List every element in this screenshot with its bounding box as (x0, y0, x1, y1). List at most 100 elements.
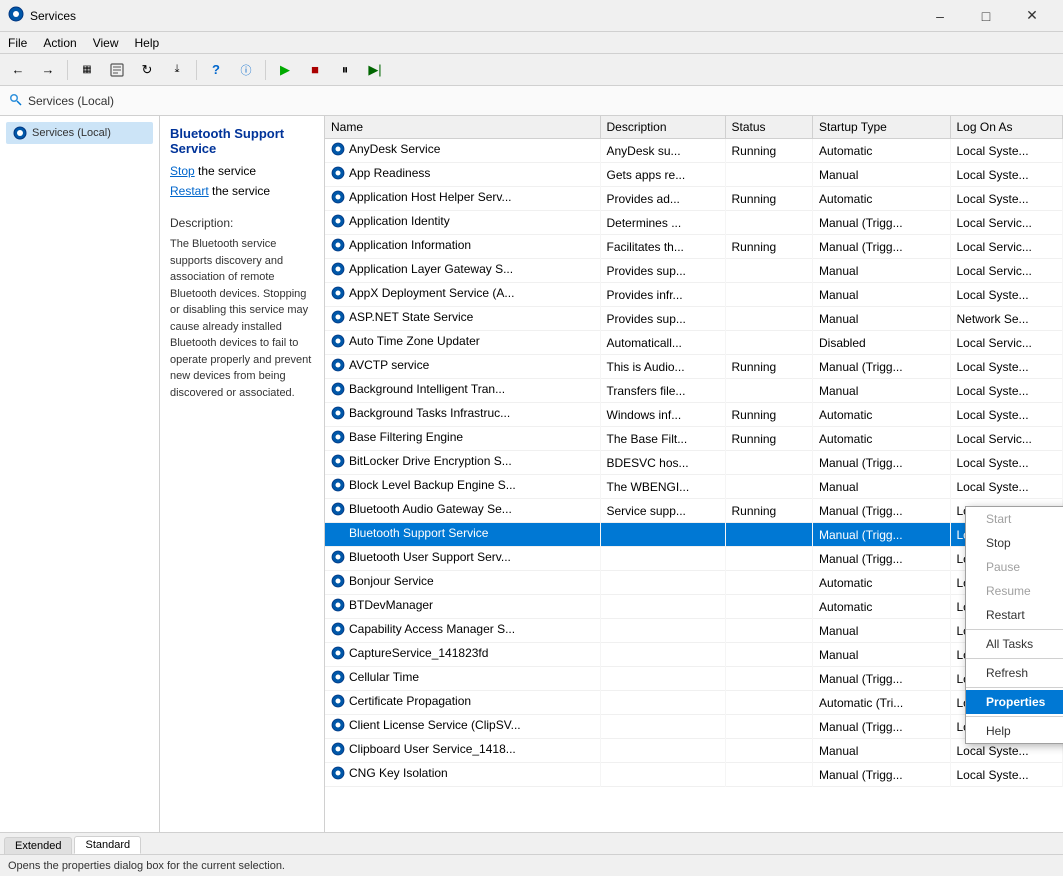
service-status-cell (725, 739, 813, 763)
service-desc-cell (600, 619, 725, 643)
content-area: Bluetooth Support Service Stop the servi… (160, 116, 1063, 832)
service-startup-cell: Automatic (Tri... (813, 691, 951, 715)
table-row[interactable]: AnyDesk Service AnyDesk su...RunningAuto… (325, 139, 1063, 163)
context-menu-item[interactable]: Restart (966, 603, 1063, 627)
table-row[interactable]: Bluetooth User Support Serv... Manual (T… (325, 547, 1063, 571)
service-status-cell (725, 451, 813, 475)
menu-action[interactable]: Action (35, 32, 84, 54)
service-desc-cell (600, 739, 725, 763)
service-status-cell (725, 163, 813, 187)
table-row[interactable]: Application Information Facilitates th..… (325, 235, 1063, 259)
table-row[interactable]: Client License Service (ClipSV... Manual… (325, 715, 1063, 739)
service-status-cell: Running (725, 403, 813, 427)
resume-button[interactable]: ▶| (361, 57, 389, 83)
col-logon[interactable]: Log On As (950, 116, 1063, 139)
table-row[interactable]: Bluetooth Support Service Manual (Trigg.… (325, 523, 1063, 547)
table-row[interactable]: Application Layer Gateway S... Provides … (325, 259, 1063, 283)
table-row[interactable]: CaptureService_141823fd ManualLocal Syst… (325, 643, 1063, 667)
table-row[interactable]: ASP.NET State Service Provides sup...Man… (325, 307, 1063, 331)
service-desc-cell: Provides infr... (600, 283, 725, 307)
tab-standard[interactable]: Standard (74, 836, 141, 854)
table-row[interactable]: Certificate Propagation Automatic (Tri..… (325, 691, 1063, 715)
service-name-cell: Application Information (325, 235, 600, 259)
table-row[interactable]: Auto Time Zone Updater Automaticall...Di… (325, 331, 1063, 355)
maximize-button[interactable]: □ (963, 0, 1009, 32)
table-row[interactable]: Cellular Time Manual (Trigg...Local Serv… (325, 667, 1063, 691)
refresh-button[interactable]: ↻ (133, 57, 161, 83)
service-logon-cell: Local Servic... (950, 211, 1063, 235)
col-name[interactable]: Name (325, 116, 600, 139)
menu-help[interactable]: Help (127, 32, 168, 54)
col-description[interactable]: Description (600, 116, 725, 139)
col-status[interactable]: Status (725, 116, 813, 139)
status-bar: Opens the properties dialog box for the … (0, 854, 1063, 876)
service-name-cell: App Readiness (325, 163, 600, 187)
table-row[interactable]: CNG Key Isolation Manual (Trigg...Local … (325, 763, 1063, 787)
table-row[interactable]: Background Intelligent Tran... Transfers… (325, 379, 1063, 403)
table-row[interactable]: Bonjour Service AutomaticLocal Syste... (325, 571, 1063, 595)
pause-button[interactable]: ⏸ (331, 57, 359, 83)
export-button[interactable]: ⤓ (163, 57, 191, 83)
services-table: Name Description Status Startup Type Log… (325, 116, 1063, 787)
service-name-cell: Application Host Helper Serv... (325, 187, 600, 211)
services-table-wrapper[interactable]: Name Description Status Startup Type Log… (325, 116, 1063, 832)
minimize-button[interactable]: – (917, 0, 963, 32)
service-status-cell (725, 331, 813, 355)
play-button[interactable]: ▶ (271, 57, 299, 83)
table-row[interactable]: App Readiness Gets apps re...ManualLocal… (325, 163, 1063, 187)
service-status-cell (725, 523, 813, 547)
service-desc-cell: AnyDesk su... (600, 139, 725, 163)
service-startup-cell: Manual (Trigg... (813, 451, 951, 475)
close-button[interactable]: ✕ (1009, 0, 1055, 32)
table-row[interactable]: BTDevManager AutomaticLocal Syste... (325, 595, 1063, 619)
col-startup[interactable]: Startup Type (813, 116, 951, 139)
table-row[interactable]: AVCTP service This is Audio...RunningMan… (325, 355, 1063, 379)
service-status-cell (725, 763, 813, 787)
service-name-cell: Bluetooth Audio Gateway Se... (325, 499, 600, 523)
forward-button[interactable]: → (34, 57, 62, 83)
properties-button[interactable] (103, 57, 131, 83)
stop-service-link[interactable]: Stop (170, 164, 195, 178)
table-row[interactable]: Bluetooth Audio Gateway Se... Service su… (325, 499, 1063, 523)
tab-extended[interactable]: Extended (4, 837, 72, 854)
service-status-cell (725, 283, 813, 307)
back-button[interactable]: ← (4, 57, 32, 83)
table-row[interactable]: Base Filtering Engine The Base Filt...Ru… (325, 427, 1063, 451)
service-logon-cell: Local Servic... (950, 259, 1063, 283)
service-desc-cell (600, 715, 725, 739)
context-menu-item[interactable]: Help (966, 719, 1063, 743)
stop-button[interactable]: ■ (301, 57, 329, 83)
table-row[interactable]: Block Level Backup Engine S... The WBENG… (325, 475, 1063, 499)
service-logon-cell: Local Syste... (950, 763, 1063, 787)
table-row[interactable]: AppX Deployment Service (A... Provides i… (325, 283, 1063, 307)
app-icon (8, 6, 24, 25)
restart-service-link[interactable]: Restart (170, 184, 209, 198)
table-row[interactable]: Capability Access Manager S... ManualLoc… (325, 619, 1063, 643)
table-row[interactable]: Background Tasks Infrastruc... Windows i… (325, 403, 1063, 427)
left-panel: Bluetooth Support Service Stop the servi… (160, 116, 325, 832)
context-menu-item[interactable]: All Tasks▶ (966, 632, 1063, 656)
help-button[interactable]: ? (202, 57, 230, 83)
context-menu-item[interactable]: Refresh (966, 661, 1063, 685)
table-row[interactable]: BitLocker Drive Encryption S... BDESVC h… (325, 451, 1063, 475)
service-startup-cell: Automatic (813, 403, 951, 427)
menu-file[interactable]: File (0, 32, 35, 54)
service-status-cell (725, 595, 813, 619)
service-logon-cell: Local Syste... (950, 451, 1063, 475)
restart-service-text: the service (209, 184, 270, 198)
sidebar-services-label: Services (Local) (32, 127, 111, 139)
about-button[interactable]: ⓘ (232, 57, 260, 83)
context-menu-item[interactable]: Properties (966, 690, 1063, 714)
table-row[interactable]: Application Identity Determines ...Manua… (325, 211, 1063, 235)
table-row[interactable]: Clipboard User Service_1418... ManualLoc… (325, 739, 1063, 763)
service-name-cell: CNG Key Isolation (325, 763, 600, 787)
title-bar-controls: – □ ✕ (917, 0, 1055, 32)
table-row[interactable]: Application Host Helper Serv... Provides… (325, 187, 1063, 211)
menu-view[interactable]: View (85, 32, 127, 54)
console-tree-button[interactable]: ▦ (73, 57, 101, 83)
sidebar-item-services-local[interactable]: Services (Local) (6, 122, 153, 144)
left-panel-title: Bluetooth Support Service (170, 126, 314, 156)
context-menu-item[interactable]: Stop (966, 531, 1063, 555)
service-status-cell (725, 643, 813, 667)
main-layout: Services (Local) Bluetooth Support Servi… (0, 116, 1063, 832)
